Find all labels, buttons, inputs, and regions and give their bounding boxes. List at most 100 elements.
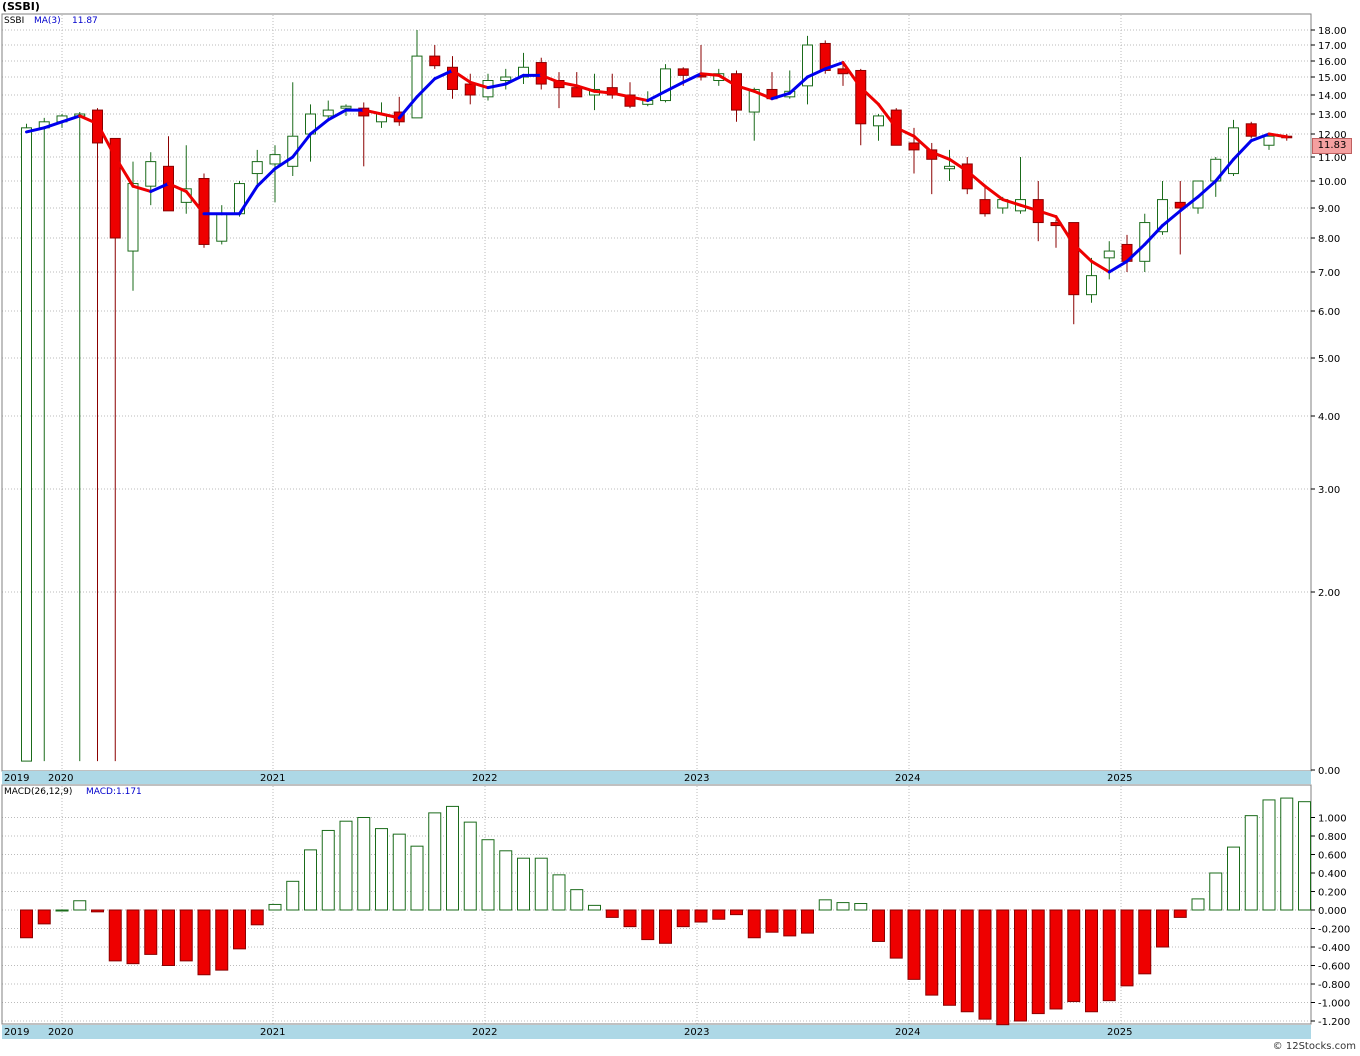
macd-bar: [162, 909, 175, 966]
candle-body: [163, 165, 174, 212]
y-tick-label: 17.00: [1318, 41, 1347, 52]
ma-segment: [593, 89, 614, 95]
candle-body: [411, 55, 423, 119]
macd-bar: [499, 850, 513, 911]
macd-bar: [1102, 909, 1116, 1002]
macd-bar: [55, 909, 69, 912]
legend-ma-label: MA(3): [34, 16, 61, 26]
macd-bar: [641, 909, 655, 941]
macd-bar: [1031, 909, 1045, 1015]
macd-bar: [925, 909, 939, 996]
candle-body: [251, 161, 263, 175]
macd-bar: [570, 889, 584, 911]
macd-tick-label: 0.800: [1318, 832, 1347, 843]
macd-bar: [978, 909, 992, 1020]
macd-tick-label: -0.600: [1318, 962, 1350, 973]
macd-bar: [854, 903, 868, 911]
x-tick-label: 2025: [1107, 1027, 1132, 1038]
candle-body: [731, 73, 742, 111]
macd-tick-label: 0.200: [1318, 888, 1347, 899]
candle-body: [1263, 135, 1275, 146]
x-tick-label: 2020: [48, 773, 73, 784]
macd-bar: [197, 909, 211, 976]
macd-bar: [588, 904, 601, 911]
macd-bar: [215, 909, 229, 971]
macd-bar: [179, 909, 193, 962]
x-tick-label: 2020: [48, 1027, 73, 1038]
macd-bar: [747, 909, 761, 939]
macd-bar: [233, 909, 246, 950]
candle-body: [571, 87, 583, 98]
macd-tick-label: 0.000: [1318, 906, 1347, 917]
chart-title: (SSBI): [2, 0, 40, 13]
copyright: © 12Stocks.com: [1272, 1041, 1356, 1052]
candle-body: [127, 183, 139, 252]
macd-bar: [801, 909, 814, 934]
candle-body: [322, 109, 334, 117]
candle-body: [21, 127, 32, 762]
candle-body: [1103, 250, 1115, 259]
macd-bar: [996, 909, 1010, 1026]
candle-body: [908, 142, 920, 151]
macd-bar: [676, 909, 690, 928]
x-tick-label: 2022: [472, 773, 497, 784]
macd-bar: [605, 909, 619, 918]
macd-bar: [818, 899, 832, 911]
candle-body: [1228, 127, 1239, 175]
ma-segment: [699, 72, 721, 77]
x-tick-label: 2019: [4, 1027, 29, 1038]
y-tick-label: 5.00: [1318, 354, 1340, 365]
macd-bar: [1014, 909, 1027, 1022]
candle-body: [429, 55, 441, 67]
macd-bar: [463, 821, 477, 911]
candle-body: [535, 62, 547, 85]
macd-bar: [517, 857, 530, 911]
macd-tick-label: -1.200: [1318, 1017, 1350, 1028]
macd-bar: [623, 909, 637, 928]
candle-body: [340, 105, 352, 109]
macd-bar: [375, 828, 388, 911]
candle-body: [979, 199, 991, 215]
macd-bar: [481, 839, 495, 911]
macd-bar: [321, 829, 335, 911]
legend-macd-value: MACD:1.171: [86, 787, 142, 797]
x-tick-label: 2019: [4, 773, 29, 784]
macd-bar: [836, 902, 850, 911]
candle-body: [216, 213, 228, 242]
macd-bar: [730, 909, 743, 916]
macd-tick-label: -0.800: [1318, 980, 1350, 991]
macd-bar: [712, 909, 726, 920]
macd-bar: [304, 849, 317, 911]
x-tick-label: 2021: [260, 1027, 285, 1038]
candle-body: [500, 76, 512, 82]
macd-bar: [20, 909, 33, 939]
x-tick-label: 2023: [684, 773, 709, 784]
y-tick-label: 9.00: [1318, 204, 1340, 215]
x-tick-label: 2024: [895, 1027, 920, 1038]
macd-bar: [73, 900, 87, 911]
macd-bar: [446, 805, 459, 911]
candle-body: [855, 69, 867, 125]
macd-bar: [268, 903, 282, 911]
macd-tick-label: -1.000: [1318, 999, 1350, 1010]
candle-body: [1086, 275, 1097, 296]
y-tick-label: 13.00: [1318, 110, 1347, 121]
macd-bar: [37, 909, 51, 925]
macd-bar: [783, 909, 797, 937]
macd-bar: [1244, 815, 1258, 911]
x-tick-label: 2021: [260, 773, 285, 784]
candle-body: [660, 68, 671, 102]
stock-chart-svg: 2019 2019 2020 2020 2021 2021 2022 2022 2023 2023…: [0, 0, 1360, 1056]
macd-bar: [1173, 909, 1187, 918]
candle-body: [269, 154, 281, 165]
x-tick-label: 2022: [472, 1027, 497, 1038]
macd-bar: [765, 909, 779, 933]
y-tick-label: 18.00: [1318, 26, 1347, 37]
macd-tick-label: 0.600: [1318, 851, 1347, 862]
macd-bar: [126, 909, 140, 965]
macd-tick-label: -0.400: [1318, 943, 1350, 954]
macd-bar: [534, 857, 548, 911]
macd-bar: [889, 909, 903, 959]
macd-bar: [960, 909, 974, 1013]
macd-bar: [250, 909, 264, 926]
